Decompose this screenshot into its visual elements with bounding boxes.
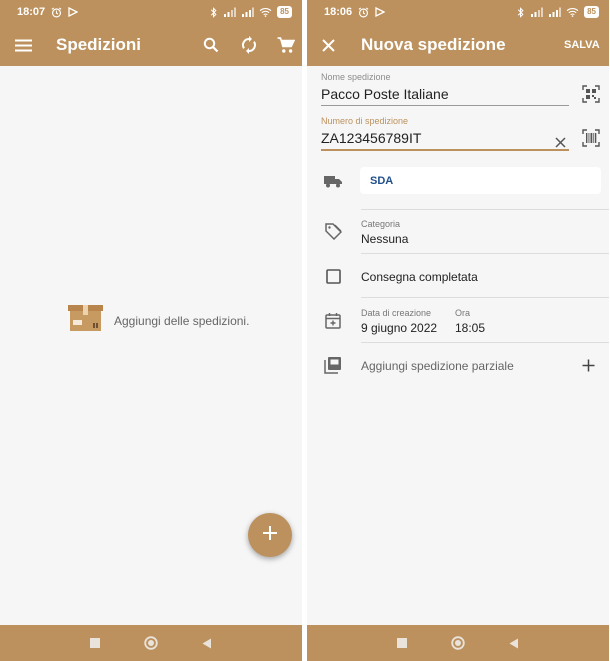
category-label: Categoria xyxy=(361,219,401,229)
status-time: 18:06 xyxy=(324,6,353,18)
category-value: Nessuna xyxy=(361,232,409,246)
wifi-icon xyxy=(259,7,272,17)
home-icon[interactable] xyxy=(144,636,158,650)
creation-time-value: 18:05 xyxy=(455,321,486,335)
shipment-number-label: Numero di spedizione xyxy=(321,116,409,126)
add-partial-shipment-button[interactable] xyxy=(579,356,597,374)
divider xyxy=(361,209,609,210)
app-bar: Spedizioni xyxy=(0,24,302,66)
shipments-list-screen: 18:07 85 Spedizioni Aggiungi delle spedi… xyxy=(0,0,302,661)
plus-icon xyxy=(262,525,278,546)
calendar-add-icon xyxy=(323,310,343,330)
creation-date-value: 9 giugno 2022 xyxy=(361,321,438,335)
home-icon[interactable] xyxy=(451,636,465,650)
system-nav-bar xyxy=(0,625,302,661)
divider xyxy=(361,297,609,298)
play-store-icon xyxy=(68,7,79,17)
signal-icon-2 xyxy=(241,7,255,17)
shipment-name-field: Nome spedizione xyxy=(321,72,569,106)
shipment-name-underline xyxy=(321,105,569,106)
creation-time-label: Ora xyxy=(455,308,471,318)
delivered-label: Consegna completata xyxy=(361,270,478,284)
battery-icon: 85 xyxy=(584,6,599,18)
back-icon[interactable] xyxy=(202,638,212,649)
wifi-icon xyxy=(566,7,579,17)
status-bar: 18:06 85 xyxy=(307,0,609,24)
courier-selector[interactable]: SDA xyxy=(360,167,601,194)
search-icon[interactable] xyxy=(200,34,222,56)
app-bar: Nuova spedizione SALVA xyxy=(307,24,609,66)
empty-state: Aggiungi delle spedizioni. xyxy=(68,304,249,337)
courier-value: SDA xyxy=(370,174,394,187)
back-icon[interactable] xyxy=(509,638,519,649)
add-shipment-button[interactable] xyxy=(248,513,292,557)
menu-icon[interactable] xyxy=(12,34,34,56)
package-box-icon xyxy=(68,304,103,337)
shipment-name-label: Nome spedizione xyxy=(321,72,391,82)
clear-icon[interactable] xyxy=(552,134,568,150)
creation-date-label: Data di creazione xyxy=(361,308,432,318)
creation-time-picker[interactable]: Ora 18:05 xyxy=(455,308,485,335)
barcode-icon[interactable] xyxy=(581,128,601,148)
divider xyxy=(361,342,609,343)
cart-icon[interactable] xyxy=(275,34,297,56)
play-store-icon xyxy=(375,7,386,17)
bluetooth-icon xyxy=(210,6,218,18)
shipment-name-input[interactable] xyxy=(321,82,569,105)
signal-icon xyxy=(530,7,544,17)
recent-apps-icon[interactable] xyxy=(397,638,407,648)
shipment-number-underline xyxy=(321,149,569,151)
divider xyxy=(361,253,609,254)
signal-icon xyxy=(223,7,237,17)
new-shipment-screen: 18:06 85 Nuova spedizione SALVA Nome spe… xyxy=(307,0,609,661)
truck-icon xyxy=(323,171,343,191)
category-selector[interactable]: Categoria Nessuna xyxy=(361,219,408,246)
page-title: Nuova spedizione xyxy=(361,35,506,54)
sync-icon[interactable] xyxy=(238,34,260,56)
page-title: Spedizioni xyxy=(56,35,141,54)
creation-date-picker[interactable]: Data di creazione 9 giugno 2022 xyxy=(361,308,437,335)
qr-code-icon[interactable] xyxy=(581,84,601,104)
tag-icon xyxy=(323,221,343,241)
empty-state-text: Aggiungi delle spedizioni. xyxy=(114,313,250,328)
recent-apps-icon[interactable] xyxy=(90,638,100,648)
signal-icon-2 xyxy=(548,7,562,17)
alarm-icon xyxy=(51,6,62,18)
shipment-number-input[interactable] xyxy=(321,126,569,149)
partial-shipment-label: Aggiungi spedizione parziale xyxy=(361,359,514,373)
alarm-icon xyxy=(358,6,369,18)
close-icon[interactable] xyxy=(317,34,339,56)
system-nav-bar xyxy=(307,625,609,661)
save-button[interactable]: SALVA xyxy=(564,39,600,51)
status-bar: 18:07 85 xyxy=(0,0,302,24)
shipment-number-field: Numero di spedizione xyxy=(321,116,569,151)
bluetooth-icon xyxy=(517,6,525,18)
status-time: 18:07 xyxy=(17,6,46,18)
battery-icon: 85 xyxy=(277,6,292,18)
library-add-icon xyxy=(323,355,343,375)
delivered-checkbox[interactable] xyxy=(323,266,343,286)
